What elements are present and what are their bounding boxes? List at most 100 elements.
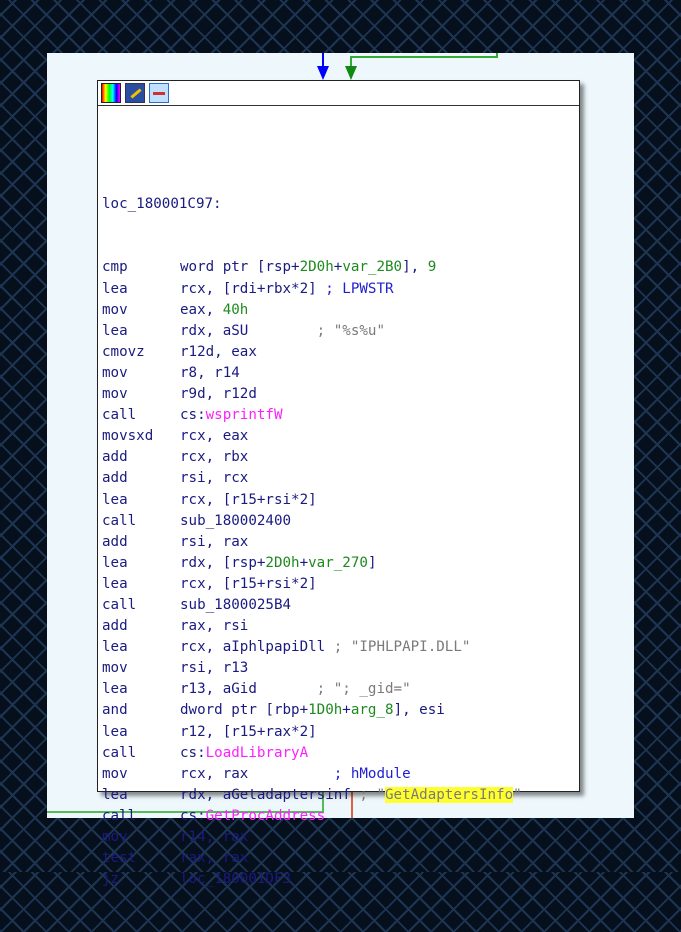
operand-token: rcx, eax	[180, 428, 249, 445]
operand-token: ; "; _gid="	[316, 681, 411, 698]
mnemonic: call	[102, 807, 137, 824]
operand-token: rsi, r13	[180, 660, 249, 677]
mnemonic: jz	[102, 871, 120, 888]
instruction-line[interactable]: movsxd rcx, eax	[102, 426, 579, 447]
operand-token: ; "IPHLPAPI.DLL"	[333, 639, 471, 656]
instruction-line[interactable]: call cs:wsprintfW	[102, 405, 579, 426]
operand-token: +	[342, 702, 351, 719]
operand-token: cs:	[180, 407, 206, 424]
operand-token: rcx, [rdi+rbx*2]	[180, 280, 326, 297]
operand-token: +	[299, 554, 309, 571]
instruction-line[interactable]: mov r9d, r12d	[102, 384, 579, 405]
mnemonic: add	[102, 618, 128, 635]
instruction-line[interactable]: jz loc_180001DF3	[102, 869, 579, 890]
operand-token: ],	[402, 259, 428, 276]
operand-token: loc_180001DF3	[180, 871, 292, 888]
operand-token: 9	[427, 259, 437, 276]
mnemonic: cmovz	[102, 343, 145, 360]
mnemonic: lea	[102, 723, 128, 740]
mnemonic: lea	[102, 322, 128, 339]
instruction-line[interactable]: mov rcx, rax ; hModule	[102, 764, 579, 785]
operand-token: rcx, aIphlpapiDll	[180, 639, 334, 656]
operand-token: var_270	[308, 554, 368, 571]
operand-token: cs:	[180, 744, 206, 761]
operand-token: rcx, [r15+rsi*2]	[180, 491, 317, 508]
instruction-line[interactable]: lea rdx, aSU ; "%s%u"	[102, 321, 579, 342]
instruction-line[interactable]: add rsi, rcx	[102, 468, 579, 489]
operand-token: r14, rax	[180, 829, 249, 845]
instruction-line[interactable]: cmovz r12d, eax	[102, 342, 579, 363]
mnemonic: lea	[102, 554, 128, 571]
operand-token: rcx, rax	[180, 765, 334, 782]
operand-token: "	[513, 786, 522, 803]
operand-token: rdx, aSU	[180, 322, 317, 339]
mnemonic: call	[102, 744, 137, 761]
instruction-line[interactable]: lea rdx, [rsp+2D0h+var_270]	[102, 553, 579, 574]
operand-token: ; "%s%u"	[316, 322, 386, 339]
operand-token: sub_180002400	[180, 512, 292, 529]
operand-token: rcx, rbx	[180, 449, 249, 466]
mnemonic: lea	[102, 280, 128, 297]
operand-token: r13, aGid	[180, 681, 317, 698]
instruction-line[interactable]: call cs:LoadLibraryA	[102, 743, 579, 764]
instruction-line[interactable]: lea r12, [r15+rax*2]	[102, 722, 579, 743]
mnemonic: add	[102, 470, 128, 487]
mnemonic: lea	[102, 681, 128, 698]
operand-token: GetAdaptersInfo	[385, 786, 514, 803]
instruction-line[interactable]: and dword ptr [rbp+1D0h+arg_8], esi	[102, 700, 579, 721]
operand-token: r8, r14	[180, 364, 240, 381]
mnemonic: lea	[102, 491, 128, 508]
operand-token: rax, rax	[180, 850, 249, 867]
instruction-line[interactable]: cmp word ptr [rsp+2D0h+var_2B0], 9	[102, 257, 579, 278]
disassembly-listing: loc_180001C97: cmp word ptr [rsp+2D0h+var…	[98, 106, 579, 932]
mnemonic: lea	[102, 786, 128, 803]
instruction-line[interactable]: lea rcx, [r15+rsi*2]	[102, 490, 579, 511]
mnemonic: test	[102, 850, 137, 867]
instruction-line[interactable]: add rsi, rax	[102, 532, 579, 553]
mnemonic: lea	[102, 575, 128, 592]
operand-token: 2D0h	[265, 554, 300, 571]
operand-token: r12d, eax	[180, 343, 257, 360]
mnemonic: movsxd	[102, 428, 154, 445]
instruction-line[interactable]: lea r13, aGid ; "; _gid="	[102, 679, 579, 700]
mnemonic: mov	[102, 301, 128, 318]
instruction-line[interactable]: add rcx, rbx	[102, 447, 579, 468]
code-block-node[interactable]: loc_180001C97: cmp word ptr [rsp+2D0h+var…	[97, 80, 580, 887]
instruction-line[interactable]: add rax, rsi	[102, 616, 579, 637]
code-label[interactable]: loc_180001C97:	[102, 194, 579, 215]
instruction-line[interactable]: lea rcx, aIphlpapiDll ; "IPHLPAPI.DLL"	[102, 637, 579, 658]
instruction-line[interactable]: call sub_1800025B4	[102, 595, 579, 616]
operand-token: word ptr [rsp+	[180, 259, 300, 276]
mnemonic: add	[102, 449, 128, 466]
operand-token: arg_8	[350, 702, 394, 719]
incoming-edge-green	[350, 53, 498, 70]
operand-token: LoadLibraryA	[205, 744, 309, 761]
operand-token: dword ptr [rbp+	[180, 702, 309, 719]
instruction-line[interactable]: call cs:GetProcAddress	[102, 806, 579, 827]
mnemonic: mov	[102, 386, 128, 403]
mnemonic: mov	[102, 829, 128, 845]
instruction-line[interactable]: mov r14, rax	[102, 827, 579, 848]
instruction-line[interactable]: lea rdx, aGetadaptersinf ; "GetAdaptersIn…	[102, 785, 579, 806]
operand-token: r12, [r15+rax*2]	[180, 723, 317, 740]
operand-token: ; "	[359, 786, 385, 803]
instruction-line[interactable]: lea rcx, [r15+rsi*2]	[102, 574, 579, 595]
operand-token: sub_1800025B4	[180, 596, 292, 613]
operand-token: eax,	[180, 301, 223, 318]
operand-token: rax, rsi	[180, 618, 249, 635]
mnemonic: lea	[102, 639, 128, 656]
arrow-blue-icon	[317, 66, 329, 80]
mnemonic: mov	[102, 765, 128, 782]
operand-token: 1D0h	[308, 702, 343, 719]
group-nodes-icon[interactable]	[149, 83, 169, 103]
operand-token: ], esi	[393, 702, 445, 719]
instruction-line[interactable]: test rax, rax	[102, 848, 579, 869]
instruction-line[interactable]: mov rsi, r13	[102, 658, 579, 679]
instruction-line[interactable]: mov eax, 40h	[102, 300, 579, 321]
color-palette-icon[interactable]	[101, 83, 121, 103]
operand-token: r9d, r12d	[180, 386, 257, 403]
instruction-line[interactable]: call sub_180002400	[102, 511, 579, 532]
instruction-line[interactable]: lea rcx, [rdi+rbx*2] ; LPWSTR	[102, 279, 579, 300]
instruction-line[interactable]: mov r8, r14	[102, 363, 579, 384]
edit-node-icon[interactable]	[125, 83, 145, 103]
